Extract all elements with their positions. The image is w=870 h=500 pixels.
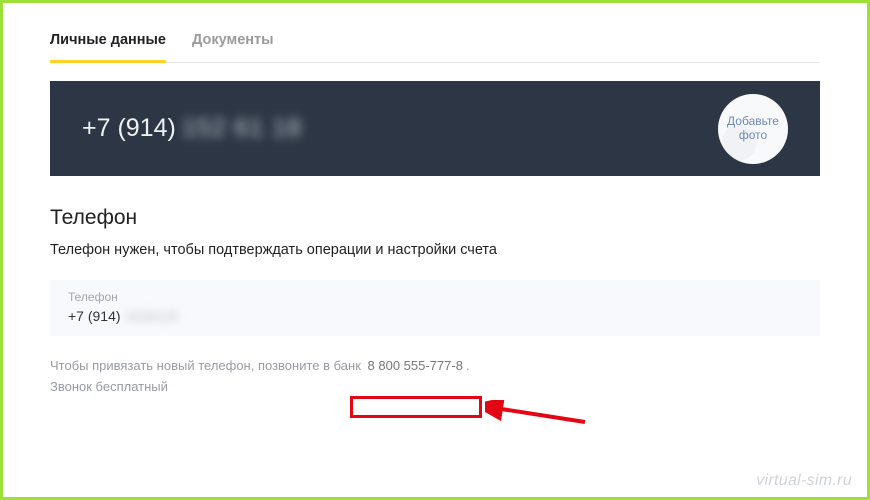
add-photo-button[interactable]: Добавьте фото bbox=[718, 94, 788, 164]
tab-personal-data[interactable]: Личные данные bbox=[50, 22, 166, 62]
avatar-text-line1: Добавьте bbox=[727, 115, 779, 129]
watermark: virtual-sim.ru bbox=[756, 472, 852, 490]
phone-value-masked: 1526118 bbox=[125, 308, 178, 324]
phone-masked-digits: 152 61 18 bbox=[182, 114, 302, 143]
avatar-text-line2: фото bbox=[739, 129, 767, 143]
support-phone-number: 8 800 555-777-8 bbox=[365, 357, 466, 374]
tab-documents[interactable]: Документы bbox=[192, 22, 274, 62]
note-text-post: . bbox=[466, 358, 470, 373]
support-note: Чтобы привязать новый телефон, позвоните… bbox=[50, 356, 820, 398]
note-text-pre: Чтобы привязать новый телефон, позвоните… bbox=[50, 358, 365, 373]
note-line2: Звонок бесплатный bbox=[50, 379, 168, 394]
tab-bar: Личные данные Документы bbox=[50, 22, 820, 63]
